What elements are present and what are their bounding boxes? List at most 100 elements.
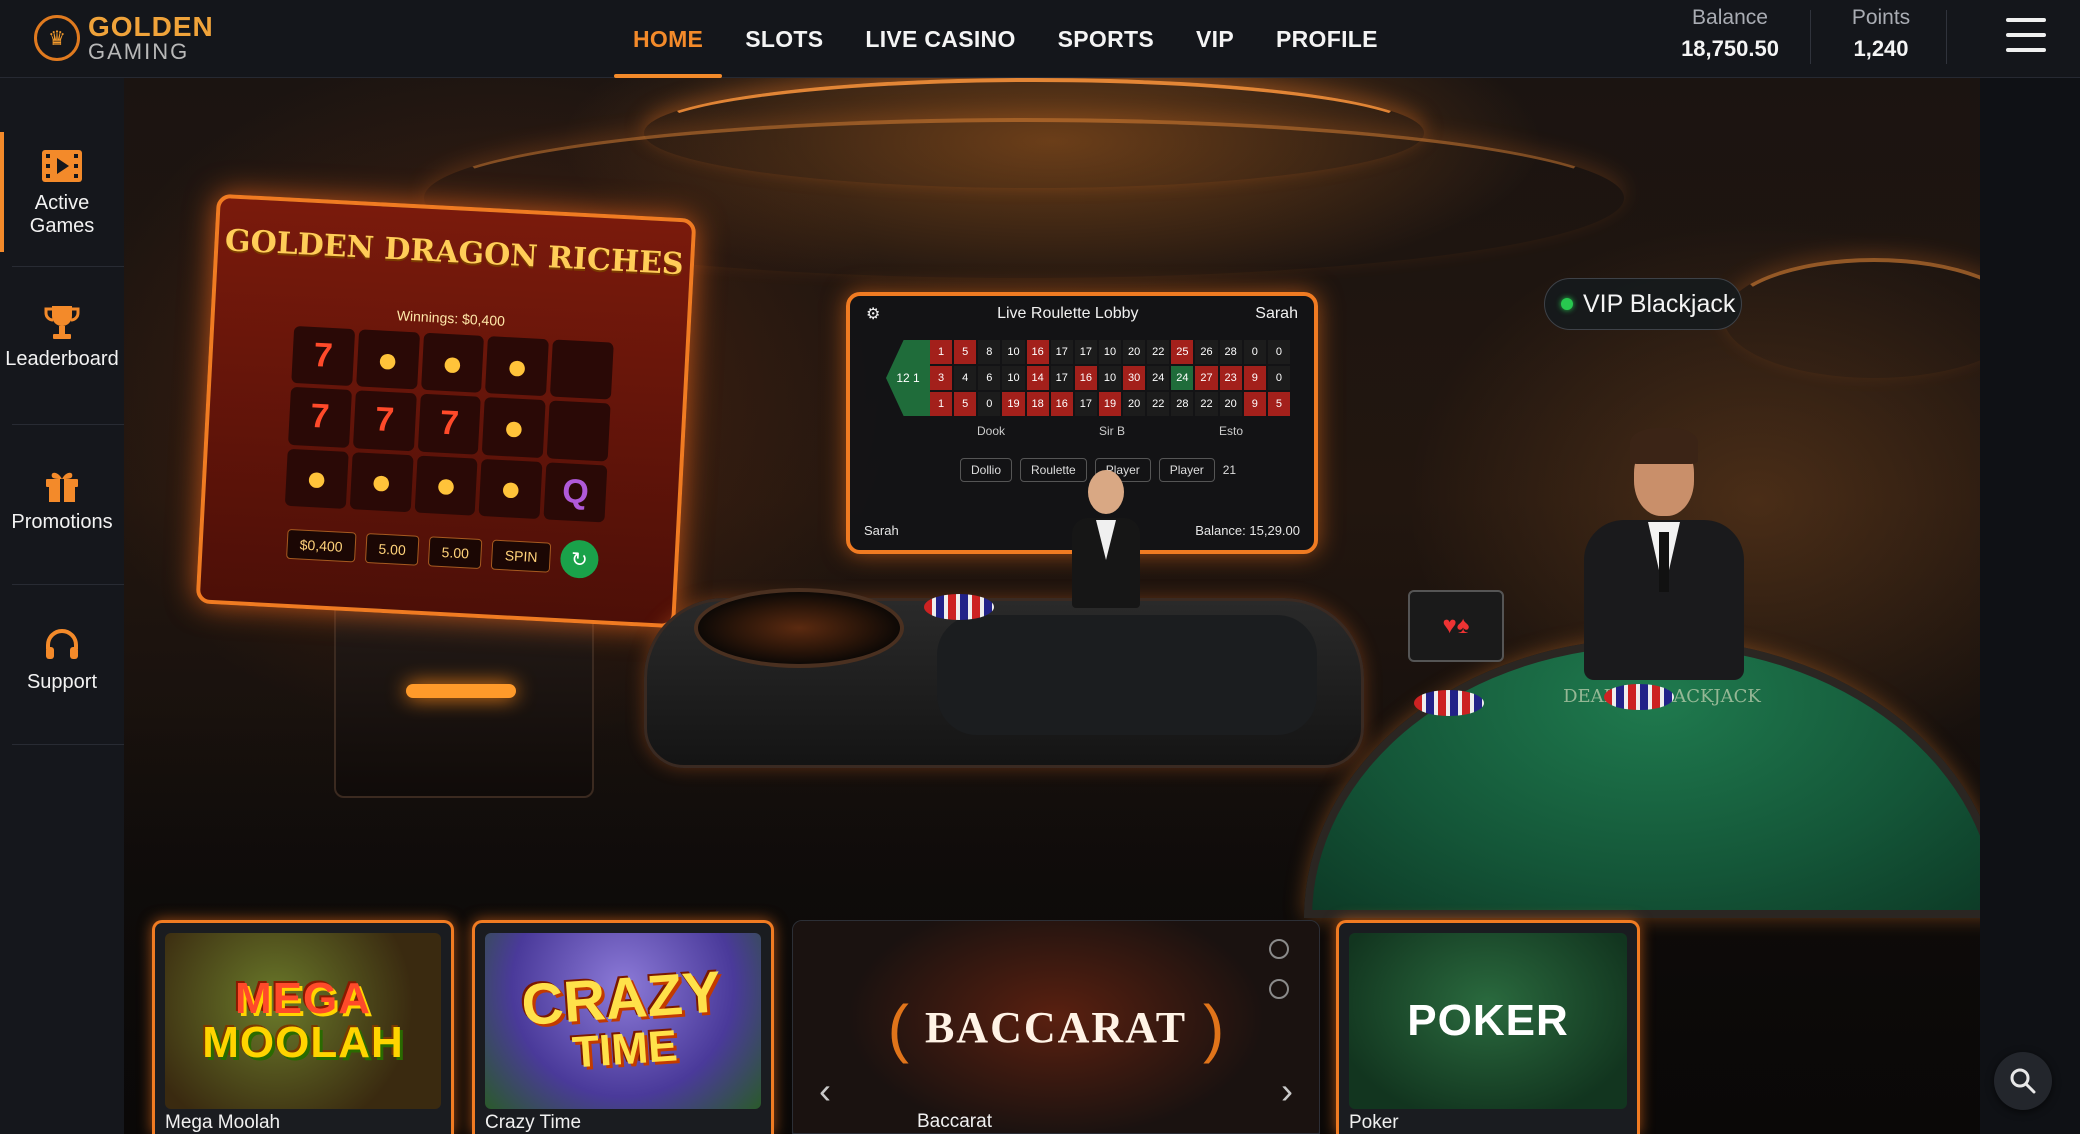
game-card-baccarat[interactable]: ( BACCARAT ) ‹ › Baccarat — [792, 920, 1320, 1134]
roulette-option[interactable]: Dollio — [960, 458, 1013, 482]
roulette-footer-user: Sarah — [864, 523, 899, 538]
roulette-number-cell[interactable]: 20 — [1123, 392, 1146, 416]
slot-controls: $0,400 5.00 5.00 SPIN ↻ — [262, 523, 624, 582]
brand-name-line1: GOLDEN — [88, 11, 214, 42]
roulette-number-cell[interactable]: 14 — [1026, 366, 1049, 390]
art-title: POKER — [1407, 996, 1569, 1045]
brand-logo[interactable]: ♛ GOLDEN GAMING — [34, 12, 234, 64]
roulette-number-cell[interactable]: 5 — [954, 340, 977, 364]
chevron-left-icon[interactable]: ‹ — [811, 1070, 839, 1111]
roulette-number-cell[interactable]: 28 — [1171, 392, 1194, 416]
roulette-number-cell[interactable]: 5 — [954, 392, 977, 416]
headset-icon — [38, 623, 86, 667]
baccarat-art: ( BACCARAT ) — [793, 921, 1319, 1133]
roulette-number-cell[interactable]: 30 — [1123, 366, 1146, 390]
roulette-number-cell[interactable]: 3 — [930, 366, 953, 390]
sidebar-item-leaderboard[interactable]: Leaderboard — [0, 300, 124, 371]
roulette-number-cell[interactable]: 22 — [1147, 340, 1170, 364]
roulette-number-cell[interactable]: 5 — [1267, 392, 1290, 416]
sidebar-item-support[interactable]: Support — [0, 623, 124, 694]
roulette-number-cell[interactable]: 0 — [1243, 340, 1266, 364]
roulette-number-cell[interactable]: 27 — [1195, 366, 1218, 390]
roulette-number-cell[interactable]: 18 — [1026, 392, 1049, 416]
sidebar-item-active-games[interactable]: Active Games — [0, 132, 124, 252]
roulette-number-cell[interactable]: 10 — [1002, 340, 1025, 364]
roulette-number-cell[interactable]: 16 — [1074, 366, 1097, 390]
roulette-number-cell[interactable]: 22 — [1195, 392, 1218, 416]
roulette-settings-icon[interactable]: ⚙ — [866, 304, 880, 324]
slot-machine-golden-dragon[interactable]: GOLDEN DRAGON RICHES Winnings: $0,400 7 … — [195, 193, 697, 629]
roulette-number-cell[interactable]: 19 — [1098, 392, 1122, 416]
sidebar-divider — [12, 424, 124, 425]
refresh-spin-icon[interactable]: ↻ — [559, 539, 600, 580]
roulette-bet-label: Sir B — [1098, 424, 1125, 438]
slot-spin-button[interactable]: SPIN — [491, 539, 552, 573]
roulette-number-cell[interactable]: 10 — [1098, 366, 1122, 390]
roulette-number-cell[interactable]: 17 — [1050, 340, 1073, 364]
roulette-number-cell[interactable]: 1 — [930, 340, 953, 364]
roulette-number-cell[interactable]: 25 — [1171, 340, 1194, 364]
female-dealer — [1066, 464, 1146, 650]
game-card-mega-moolah[interactable]: MEGA MOOLAH Mega Moolah — [152, 920, 454, 1134]
roulette-number-cell[interactable]: 16 — [1026, 340, 1049, 364]
reel-symbol: ● — [485, 336, 550, 397]
game-card-crazy-time[interactable]: CRAZY TIME Crazy Time — [472, 920, 774, 1134]
nav-live-casino[interactable]: LIVE CASINO — [844, 0, 1036, 78]
roulette-number-cell[interactable]: 17 — [1074, 340, 1097, 364]
nav-home[interactable]: HOME — [612, 0, 724, 78]
roulette-number-cell[interactable]: 0 — [978, 392, 1001, 416]
roulette-number-cell[interactable]: 9 — [1243, 366, 1266, 390]
roulette-number-cell[interactable]: 4 — [954, 366, 977, 390]
nav-sports[interactable]: SPORTS — [1037, 0, 1175, 78]
art-title-line: MOOLAH — [202, 1018, 404, 1067]
art-title: BACCARAT — [924, 1003, 1188, 1052]
roulette-number-cell[interactable]: 22 — [1147, 392, 1170, 416]
game-card-poker[interactable]: POKER Poker — [1336, 920, 1640, 1134]
roulette-number-cell[interactable]: 0 — [1267, 366, 1290, 390]
reel-symbol: ● — [349, 451, 414, 513]
roulette-number-cell[interactable]: 6 — [978, 366, 1001, 390]
roulette-number-cell[interactable]: 19 — [1002, 392, 1025, 416]
sidebar-item-promotions[interactable]: Promotions — [0, 463, 124, 534]
roulette-number-cell[interactable]: 24 — [1171, 366, 1194, 390]
roulette-number-cell[interactable]: 17 — [1050, 366, 1073, 390]
roulette-number-cell[interactable]: 8 — [978, 340, 1001, 364]
roulette-number-cell[interactable]: 9 — [1243, 392, 1266, 416]
points-value: 1,240 — [1853, 36, 1909, 61]
roulette-number-cell[interactable]: 26 — [1195, 340, 1218, 364]
roulette-number-cell[interactable]: 16 — [1050, 392, 1073, 416]
chevron-right-icon[interactable]: › — [1273, 1070, 1301, 1111]
game-card-label: Mega Moolah — [165, 1112, 281, 1133]
sidebar: Active Games Leaderboard Promotions Supp… — [0, 78, 124, 1134]
nav-slots[interactable]: SLOTS — [724, 0, 844, 78]
roulette-number-cell[interactable]: 28 — [1219, 340, 1242, 364]
vip-blackjack-tag[interactable]: VIP Blackjack — [1544, 278, 1742, 330]
hamburger-menu-icon[interactable] — [2006, 18, 2046, 52]
nav-profile[interactable]: PROFILE — [1255, 0, 1399, 78]
chip-stack-icon — [1604, 684, 1674, 710]
slot-title: GOLDEN DRAGON RICHES — [224, 223, 685, 283]
roulette-number-cell[interactable]: 23 — [1219, 366, 1242, 390]
roulette-number-cell[interactable]: 10 — [1002, 366, 1025, 390]
favorite-icon[interactable] — [1269, 979, 1289, 999]
balance-value: 18,750.50 — [1681, 36, 1779, 61]
slot-bet-field: 5.00 — [364, 532, 420, 566]
roulette-number-cell[interactable]: 1 — [930, 392, 953, 416]
mega-moolah-art: MEGA MOOLAH — [165, 933, 441, 1109]
search-button[interactable] — [1994, 1052, 2052, 1110]
laurel-left-icon: ( — [887, 992, 909, 1064]
roulette-bet-label: Dook — [976, 424, 1005, 438]
info-icon[interactable] — [1269, 939, 1289, 959]
sidebar-divider — [12, 744, 124, 745]
roulette-number-cell[interactable]: 20 — [1219, 392, 1242, 416]
roulette-number-cell[interactable]: 0 — [1267, 340, 1290, 364]
roulette-number-cell[interactable]: 17 — [1074, 392, 1097, 416]
reel-symbol: ● — [478, 458, 543, 520]
nav-vip[interactable]: VIP — [1175, 0, 1255, 78]
sidebar-item-label: Promotions — [11, 511, 113, 533]
roulette-number-cell[interactable]: 24 — [1147, 366, 1170, 390]
roulette-number-cell[interactable]: 10 — [1098, 340, 1122, 364]
roulette-option[interactable]: Player — [1158, 458, 1215, 482]
stat-divider — [1810, 10, 1811, 64]
roulette-number-cell[interactable]: 20 — [1123, 340, 1146, 364]
